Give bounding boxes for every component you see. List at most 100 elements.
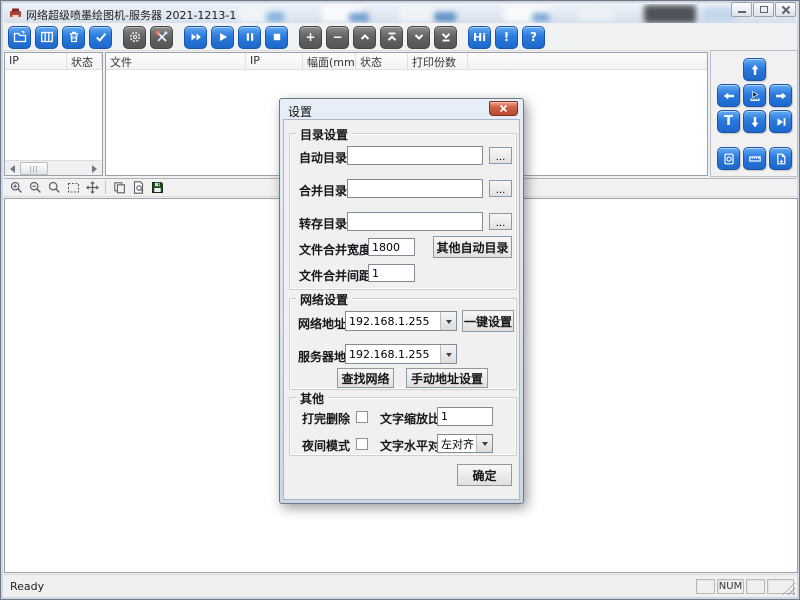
transfer-dir-input[interactable] [347,212,483,231]
pan-move-icon [85,180,100,195]
dropdown-arrow-icon[interactable] [476,435,492,452]
move-bottom-button[interactable] [434,26,457,49]
exclamation-icon: ! [504,30,509,44]
text-align-value: 左对齐 [438,436,476,452]
zoom-out-button[interactable] [27,180,43,196]
triangle-left-icon [10,165,15,173]
one-key-setup-button[interactable]: 一键设置 [462,310,514,332]
dialog-close-button[interactable] [489,101,518,116]
status-pane-1 [696,579,715,594]
column-header-width[interactable]: 幅面(mm) [303,53,356,69]
minimize-button[interactable] [731,2,752,17]
column-header-status[interactable]: 状态 [356,53,408,69]
network-address-combo[interactable]: 192.168.1.255 [345,311,457,331]
dropdown-arrow-icon[interactable] [440,312,456,330]
move-left-arrow-button[interactable] [717,84,740,107]
other-auto-dir-button[interactable]: 其他自动目录 [433,236,512,258]
plus-icon: + [305,30,315,44]
night-mode-label: 夜间模式 [302,437,350,454]
scroll-right-arrow[interactable] [87,162,102,175]
zoom-in-button[interactable] [8,180,24,196]
skip-to-end-button[interactable] [769,110,792,133]
ok-button[interactable]: 确定 [457,464,512,486]
delete-button[interactable] [62,26,85,49]
page-export-button[interactable] [769,147,792,170]
alert-button[interactable]: ! [495,26,518,49]
settings-button[interactable] [123,26,146,49]
help-button[interactable]: ? [522,26,545,49]
print-start-button[interactable] [743,84,766,107]
server-address-combo[interactable]: 192.168.1.255 [345,344,457,364]
night-mode-checkbox[interactable] [356,438,368,450]
auto-dir-label: 自动目录 [299,149,347,166]
minus-icon: − [332,30,342,44]
move-top-button[interactable] [380,26,403,49]
delete-after-print-checkbox[interactable] [356,411,368,423]
merge-dir-input[interactable] [347,179,483,198]
column-header-ip[interactable]: IP [5,53,67,69]
close-button[interactable] [775,2,796,17]
merge-dir-browse-button[interactable]: ... [489,180,512,197]
transfer-dir-label: 转存目录 [299,215,347,232]
play-button[interactable] [211,26,234,49]
text-tool-button[interactable]: T [717,110,740,133]
measure-ruler-button[interactable] [743,147,766,170]
settings-dialog: 设置 目录设置 自动目录 ... 合并目录 ... 转存目录 ... 文件合并宽… [279,98,524,504]
status-message: Ready [10,580,44,593]
pause-icon [243,30,257,44]
move-right-arrow-button[interactable] [769,84,792,107]
pause-button[interactable] [238,26,261,49]
auto-dir-browse-button[interactable]: ... [489,147,512,164]
ruler-icon [748,152,762,166]
status-bar: Ready NUM [4,574,796,596]
move-up-button[interactable] [353,26,376,49]
tools-button[interactable] [150,26,173,49]
columns-view-button[interactable] [35,26,58,49]
move-down-arrow-button[interactable] [743,110,766,133]
zoom-select-button[interactable] [65,180,81,196]
add-button[interactable]: + [299,26,322,49]
maximize-button[interactable] [753,2,774,17]
chevron-up-icon [358,30,372,44]
auto-dir-input[interactable] [347,146,483,165]
confirm-button[interactable] [89,26,112,49]
manual-address-button[interactable]: 手动地址设置 [406,368,488,388]
stop-button[interactable] [265,26,288,49]
print-preview-button[interactable] [130,180,146,196]
zoom-actual-button[interactable] [46,180,62,196]
thumb-grip-icon [30,166,38,173]
close-x-icon [499,104,508,113]
copy-view-button[interactable] [111,180,127,196]
transfer-dir-browse-button[interactable]: ... [489,213,512,230]
column-header-copies[interactable]: 打印份数 [408,53,468,69]
find-network-button[interactable]: 查找网络 [337,368,394,388]
app-window: 网络超级喷墨绘图机-服务器 2021-1213-1 [0,0,800,600]
dropdown-arrow-icon[interactable] [440,345,456,363]
save-button[interactable] [149,180,165,196]
zoom-out-icon [28,180,43,195]
title-bar: 网络超级喷墨绘图机-服务器 2021-1213-1 [4,4,796,23]
check-icon [94,30,108,44]
hi-button[interactable]: Hi [468,26,491,49]
open-file-button[interactable] [8,26,31,49]
text-scale-input[interactable] [437,407,493,426]
column-header-ip[interactable]: IP [246,53,303,69]
merge-width-input[interactable] [368,238,415,256]
horizontal-scrollbar[interactable] [5,160,102,175]
scrollbar-thumb[interactable] [20,162,48,175]
remove-button[interactable]: − [326,26,349,49]
titlebar-artifact [266,12,284,22]
client-list-panel: IP 状态 [4,52,103,176]
scan-photo-button[interactable] [717,147,740,170]
column-header-status[interactable]: 状态 [67,53,102,69]
copy-icon [112,180,127,195]
resize-grip[interactable] [782,582,795,595]
scroll-left-arrow[interactable] [5,162,20,175]
move-down-button[interactable] [407,26,430,49]
text-align-combo[interactable]: 左对齐 [437,434,493,453]
pan-button[interactable] [84,180,100,196]
move-up-arrow-button[interactable] [743,58,766,81]
fast-forward-button[interactable] [184,26,207,49]
column-header-file[interactable]: 文件 [106,53,246,69]
merge-gap-input[interactable] [368,264,415,282]
